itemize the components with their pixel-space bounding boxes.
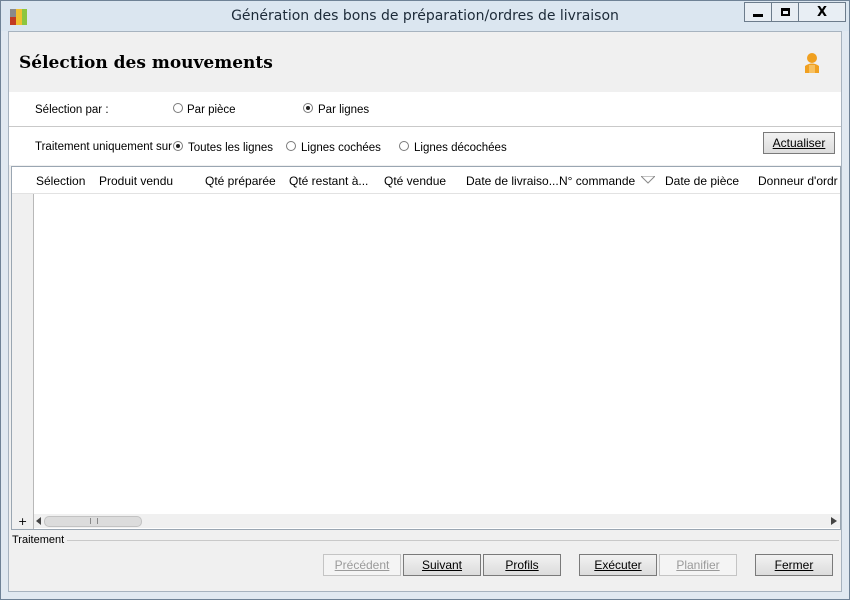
horizontal-scrollbar[interactable] <box>34 514 840 528</box>
scroll-left-icon[interactable] <box>36 517 42 525</box>
selection-label: Sélection par : <box>35 104 109 116</box>
window-title: Génération des bons de préparation/ordre… <box>231 8 619 24</box>
minimize-button[interactable] <box>744 2 772 22</box>
profiles-button-label: Profils <box>505 558 539 572</box>
column-header-n-commande[interactable]: N° commande <box>559 174 635 188</box>
column-header-qte-vendue[interactable]: Qté vendue <box>384 174 446 188</box>
radio-lignes-decochees[interactable] <box>399 141 409 151</box>
radio-lignes-cochees[interactable] <box>286 141 296 151</box>
treatment-panel: Traitement uniquement sur : Toutes les l… <box>9 127 841 165</box>
sort-descending-icon[interactable] <box>641 176 655 184</box>
refresh-button[interactable]: Actualiser <box>763 132 835 154</box>
schedule-button[interactable]: Planifier <box>659 554 737 576</box>
user-icon[interactable] <box>803 52 821 74</box>
profiles-button[interactable]: Profils <box>483 554 561 576</box>
close-button-label: Fermer <box>774 558 814 572</box>
column-header-date-piece[interactable]: Date de pièce <box>665 174 739 188</box>
column-header-selection[interactable]: Sélection <box>36 174 85 188</box>
client-area: Sélection des mouvements Sélection par :… <box>8 31 842 592</box>
radio-par-lignes-label[interactable]: Par lignes <box>318 104 369 116</box>
selection-panel: Sélection par : Par pièce Par lignes <box>9 92 841 127</box>
maximize-icon <box>780 8 790 16</box>
radio-lignes-decochees-label[interactable]: Lignes décochées <box>414 142 507 154</box>
radio-par-piece-label[interactable]: Par pièce <box>187 104 236 116</box>
close-window-button[interactable]: X <box>798 2 846 22</box>
close-button[interactable]: Fermer <box>755 554 833 576</box>
grid-header: Sélection Produit vendu Qté préparée Qté… <box>12 167 840 194</box>
treatment-label: Traitement uniquement sur : <box>35 141 179 153</box>
column-header-qte-restant[interactable]: Qté restant à... <box>289 174 368 188</box>
application-window: Génération des bons de préparation/ordre… <box>0 0 850 600</box>
column-header-donneur-ordre[interactable]: Donneur d'ordr <box>758 174 838 188</box>
column-header-produit[interactable]: Produit vendu <box>99 174 173 188</box>
expand-icon[interactable]: + <box>18 515 27 528</box>
scroll-thumb[interactable] <box>44 516 142 527</box>
next-button[interactable]: Suivant <box>403 554 481 576</box>
column-header-date-livraison[interactable]: Date de livraiso... <box>466 174 559 188</box>
radio-toutes-lignes-label[interactable]: Toutes les lignes <box>188 142 273 154</box>
minimize-icon <box>753 13 763 17</box>
status-divider <box>67 540 839 541</box>
next-button-label: Suivant <box>421 558 463 572</box>
radio-lignes-cochees-label[interactable]: Lignes cochées <box>301 142 381 154</box>
radio-toutes-lignes[interactable] <box>173 141 183 151</box>
movements-grid[interactable]: + Sélection Produit vendu Qté préparée Q… <box>11 166 841 530</box>
execute-button[interactable]: Exécuter <box>579 554 657 576</box>
execute-button-label: Exécuter <box>594 558 642 572</box>
header-band: Sélection des mouvements <box>9 32 841 92</box>
status-label: Traitement <box>12 534 65 546</box>
page-title: Sélection des mouvements <box>19 53 273 73</box>
maximize-button[interactable] <box>771 2 799 22</box>
radio-par-lignes[interactable] <box>303 103 313 113</box>
schedule-button-label: Planifier <box>676 558 720 572</box>
title-bar[interactable]: Génération des bons de préparation/ordre… <box>1 1 849 31</box>
previous-button[interactable]: Précédent <box>323 554 401 576</box>
close-icon: X <box>816 4 828 20</box>
column-header-qte-preparee[interactable]: Qté préparée <box>205 174 276 188</box>
radio-par-piece[interactable] <box>173 103 183 113</box>
row-header-column: + <box>12 167 34 529</box>
scroll-right-icon[interactable] <box>831 517 837 525</box>
previous-button-label: Précédent <box>334 558 390 572</box>
refresh-button-label: Actualiser <box>772 136 826 150</box>
